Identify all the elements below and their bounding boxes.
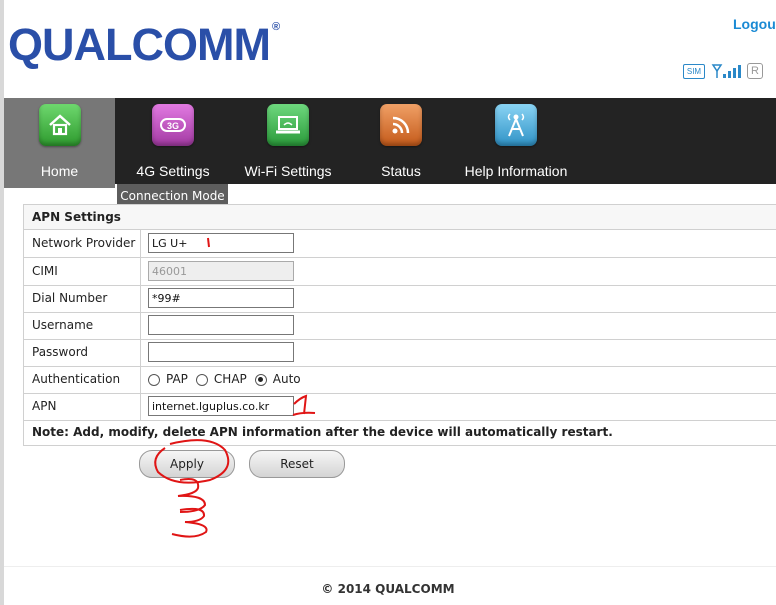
footer-divider bbox=[4, 566, 776, 567]
wifi-laptop-icon bbox=[267, 104, 309, 146]
row-authentication: Authentication PAP CHAP Auto bbox=[24, 366, 776, 394]
nav-status[interactable]: Status bbox=[345, 98, 457, 184]
apply-button[interactable]: Apply bbox=[139, 450, 235, 478]
logout-link[interactable]: Logou bbox=[733, 16, 776, 32]
username-label: Username bbox=[24, 312, 141, 339]
qualcomm-logo: QUALCOMM ® bbox=[8, 19, 280, 70]
nav-4g-settings[interactable]: 3G 4G Settings bbox=[115, 98, 231, 184]
auth-pap-label: PAP bbox=[166, 372, 188, 386]
auth-chap-radio[interactable] bbox=[195, 373, 208, 386]
cimi-input bbox=[148, 261, 294, 281]
row-username: Username bbox=[24, 312, 776, 340]
auth-auto-radio[interactable] bbox=[254, 373, 267, 386]
password-label: Password bbox=[24, 339, 141, 366]
4g-icon: 3G bbox=[152, 104, 194, 146]
row-apn: APN bbox=[24, 393, 776, 421]
auth-auto-label: Auto bbox=[272, 372, 301, 386]
apn-label: APN bbox=[24, 393, 141, 420]
network-provider-input[interactable] bbox=[148, 233, 294, 253]
username-input[interactable] bbox=[148, 315, 294, 335]
home-icon bbox=[38, 104, 81, 146]
sim-icon: SIM bbox=[683, 63, 705, 79]
network-provider-label: Network Provider bbox=[24, 230, 141, 257]
nav-help-information[interactable]: Help Information bbox=[457, 98, 575, 184]
signal-strength-icon bbox=[711, 64, 741, 78]
dial-number-input[interactable] bbox=[148, 288, 294, 308]
roaming-icon: R bbox=[747, 63, 763, 79]
password-input[interactable] bbox=[148, 342, 294, 362]
antenna-icon bbox=[495, 104, 537, 146]
svg-text:3G: 3G bbox=[167, 121, 179, 131]
row-cimi: CIMI bbox=[24, 258, 776, 286]
auth-pap-radio[interactable] bbox=[148, 373, 160, 386]
dial-number-label: Dial Number bbox=[24, 285, 141, 312]
nav-wifi-settings[interactable]: Wi-Fi Settings bbox=[231, 98, 345, 184]
panel-title: APN Settings bbox=[24, 205, 776, 230]
row-network-provider: Network Provider bbox=[24, 230, 776, 258]
restart-note: Note: Add, modify, delete APN informatio… bbox=[32, 425, 613, 439]
apn-settings-panel: APN Settings Network Provider CIMI Dial … bbox=[23, 204, 776, 446]
apn-input[interactable] bbox=[148, 396, 294, 416]
main-nav: Home 3G 4G Settings Wi-Fi Settings Statu… bbox=[4, 98, 776, 188]
status-icons: SIM R bbox=[683, 63, 763, 79]
left-frame-border bbox=[0, 0, 4, 605]
footer-copyright: © 2014 QUALCOMM bbox=[321, 582, 455, 596]
cimi-label: CIMI bbox=[24, 258, 141, 285]
annotation-mark-3 bbox=[171, 507, 208, 538]
row-password: Password bbox=[24, 339, 776, 367]
annotation-mark-2 bbox=[177, 478, 207, 513]
nav-home[interactable]: Home bbox=[4, 98, 115, 188]
auth-chap-label: CHAP bbox=[213, 372, 247, 386]
authentication-label: Authentication bbox=[24, 366, 141, 393]
authentication-radio-group: PAP CHAP Auto bbox=[148, 366, 309, 393]
reset-button[interactable]: Reset bbox=[249, 450, 345, 478]
rss-icon bbox=[380, 104, 422, 146]
row-dial-number: Dial Number bbox=[24, 285, 776, 313]
